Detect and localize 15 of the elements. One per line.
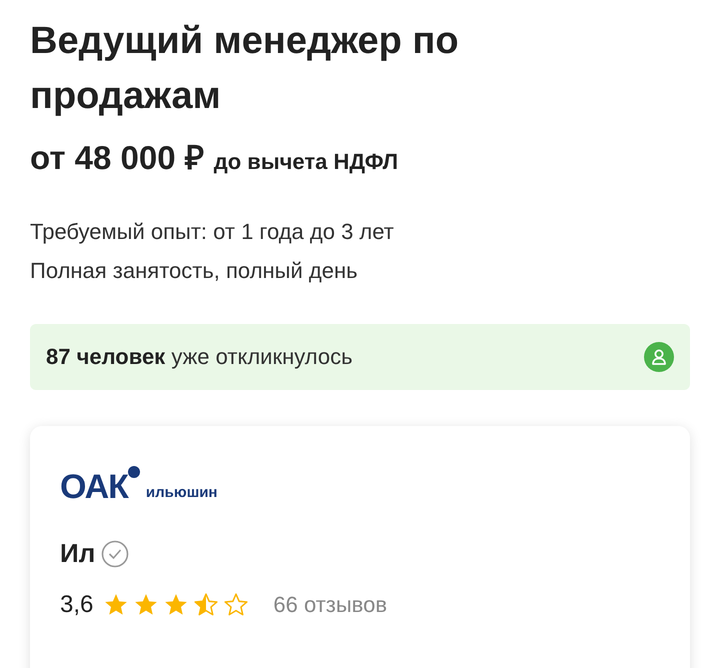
empty-star-icon bbox=[223, 592, 250, 618]
rating-value: 3,6 bbox=[60, 591, 94, 619]
reviews-link[interactable]: 66 отзывов bbox=[273, 592, 388, 618]
salary-note: до вычета НДФЛ bbox=[214, 149, 398, 175]
logo-dot-icon bbox=[128, 466, 140, 478]
vacancy-title: Ведущий менеджер по продажам bbox=[30, 19, 460, 119]
vacancy-detail: Полная занятость, полный день bbox=[30, 258, 359, 284]
responses-text: 87 человек уже откликнулось bbox=[46, 344, 353, 370]
salary: от 48 000 ₽ bbox=[30, 138, 204, 178]
logo-mark: ОАК bbox=[60, 470, 128, 504]
vacancy-detail: Требуемый опыт: от 1 года до 3 лет bbox=[30, 219, 395, 245]
person-icon bbox=[644, 342, 674, 372]
logo-name: ильюшин bbox=[146, 485, 218, 501]
company-name: Ил bbox=[60, 538, 96, 569]
half-star-icon bbox=[193, 592, 220, 618]
